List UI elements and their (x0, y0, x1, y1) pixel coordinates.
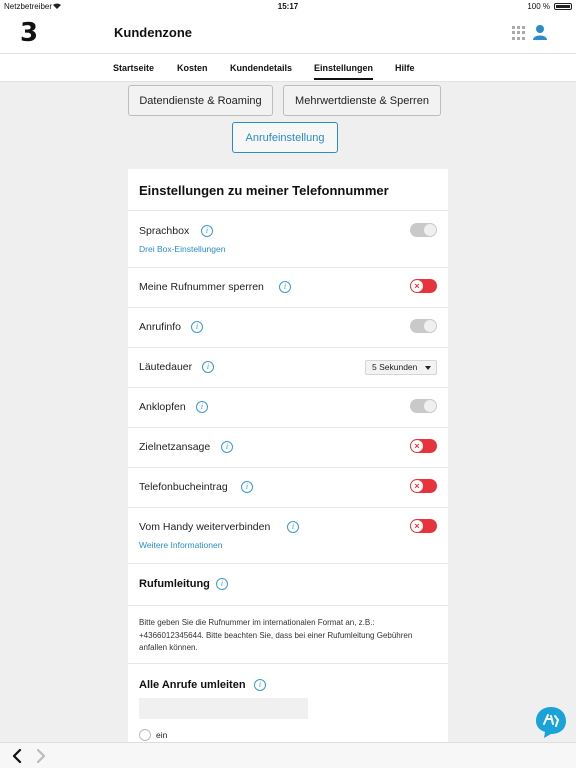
setting-row-anrufinfo: Anrufinfo i (128, 307, 448, 347)
battery-icon (554, 3, 572, 10)
chevron-down-icon (425, 366, 431, 370)
apps-grid-icon[interactable] (512, 26, 526, 40)
select-value: 5 Sekunden (372, 362, 418, 372)
forward-from-mobile-toggle[interactable]: × (410, 519, 437, 533)
brand-logo[interactable]: 3 (20, 20, 46, 46)
setting-row-call-waiting: Anklopfen i (128, 387, 448, 427)
info-icon[interactable]: i (241, 481, 253, 493)
setting-row-forward-from-mobile: Vom Handy weiterverbinden i Weitere Info… (128, 507, 448, 564)
back-arrow-icon[interactable] (10, 748, 24, 764)
tab-einstellungen[interactable]: Einstellungen (314, 63, 374, 80)
info-icon[interactable]: i (221, 441, 233, 453)
setting-label: Vom Handy weiterverbinden (139, 521, 271, 533)
close-icon: × (411, 440, 423, 452)
setting-label: Sprachbox (139, 225, 190, 237)
setting-row-phonebook-entry: Telefonbucheintrag i × (128, 467, 448, 507)
section-title: Rufumleitung (139, 578, 210, 590)
setting-label: Meine Rufnummer sperren (139, 281, 264, 293)
info-icon[interactable]: i (279, 281, 291, 293)
more-info-link[interactable]: Weitere Informationen (139, 540, 222, 550)
info-icon[interactable]: i (202, 361, 214, 373)
setting-label: Telefonbucheintrag (139, 481, 228, 493)
hide-number-toggle[interactable]: × (410, 279, 437, 293)
forward-arrow-icon[interactable] (34, 748, 48, 764)
call-settings-button[interactable]: Anrufeinstellung (232, 122, 338, 153)
main-nav: Startseite Kosten Kundendetails Einstell… (0, 54, 576, 82)
info-icon[interactable]: i (191, 321, 203, 333)
network-announcement-toggle[interactable]: × (410, 439, 437, 453)
forwarding-hint: Bitte geben Sie die Rufnummer im interna… (139, 618, 413, 652)
setting-label: Anrufinfo (139, 321, 182, 333)
radio-label: ein (156, 730, 168, 740)
data-roaming-button[interactable]: Datendienste & Roaming (128, 85, 273, 116)
sprachbox-toggle[interactable] (410, 223, 437, 237)
tab-hilfe[interactable]: Hilfe (395, 63, 415, 73)
setting-row-network-announcement: Zielnetzansage i × (128, 427, 448, 467)
voicebox-settings-link[interactable]: Drei Box-Einstellungen (139, 244, 225, 254)
info-icon[interactable]: i (254, 679, 266, 691)
call-waiting-toggle[interactable] (410, 399, 437, 413)
info-icon[interactable]: i (287, 521, 299, 533)
user-icon[interactable] (533, 24, 547, 40)
setting-row-ring-duration: Läutedauer i 5 Sekunden (128, 347, 448, 387)
tab-kundendetails[interactable]: Kundendetails (230, 63, 292, 73)
setting-label: Anklopfen (139, 401, 186, 413)
ring-duration-select[interactable]: 5 Sekunden (365, 360, 437, 375)
tab-kosten[interactable]: Kosten (177, 63, 208, 73)
page-title: Kundenzone (114, 25, 192, 40)
clock: 15:17 (277, 2, 299, 11)
info-icon[interactable]: i (196, 401, 208, 413)
forward-on-radio[interactable] (139, 729, 151, 741)
value-added-services-button[interactable]: Mehrwertdienste & Sperren (283, 85, 441, 116)
call-forwarding-header: Rufumleitung i (128, 563, 448, 605)
app-header: 3 Kundenzone (0, 12, 576, 54)
battery-percent: 100 % (527, 2, 550, 11)
info-icon[interactable]: i (201, 225, 213, 237)
chat-assistant-icon[interactable] (534, 705, 568, 739)
forward-number-input[interactable] (139, 698, 308, 719)
forward-all-title: Alle Anrufe umleiten (139, 679, 246, 691)
setting-row-sprachbox: Sprachbox i Drei Box-Einstellungen (128, 210, 448, 268)
close-icon: × (411, 520, 423, 532)
anrufinfo-toggle[interactable] (410, 319, 437, 333)
status-bar: Netzbetreiber 15:17 100 % (0, 0, 576, 12)
phone-settings-card: Einstellungen zu meiner Telefonnummer Sp… (128, 169, 448, 768)
close-icon: × (411, 480, 423, 492)
setting-label: Läutedauer (139, 361, 193, 373)
call-forwarding-description: Bitte geben Sie die Rufnummer im interna… (128, 605, 448, 663)
tab-startseite[interactable]: Startseite (113, 63, 154, 73)
setting-row-hide-number: Meine Rufnummer sperren i × (128, 267, 448, 307)
browser-toolbar (0, 742, 576, 768)
setting-label: Zielnetzansage (139, 441, 211, 453)
close-icon: × (411, 280, 423, 292)
phonebook-entry-toggle[interactable]: × (410, 479, 437, 493)
info-icon[interactable]: i (216, 578, 228, 590)
card-title: Einstellungen zu meiner Telefonnummer (139, 183, 389, 198)
